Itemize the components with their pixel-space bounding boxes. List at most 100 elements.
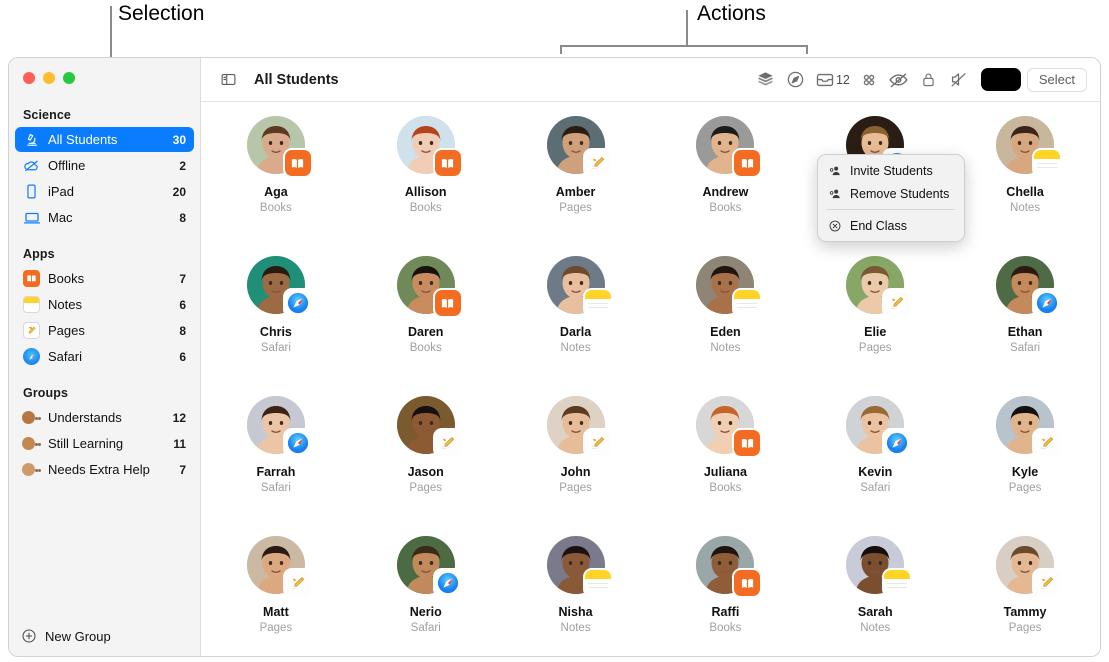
grid-apps-icon[interactable] bbox=[854, 66, 884, 94]
select-button[interactable]: Select bbox=[1026, 67, 1087, 92]
menu-item-label: Remove Students bbox=[850, 186, 950, 201]
sidebar-item-pages[interactable]: Pages 8 bbox=[15, 318, 194, 343]
sidebar-section-header-groups: Groups bbox=[23, 386, 69, 400]
student-name: Nisha bbox=[558, 605, 593, 619]
sidebar-item-needs-extra-help[interactable]: Needs Extra Help 7 bbox=[15, 457, 194, 482]
sidebar-item-notes[interactable]: Notes 6 bbox=[15, 292, 194, 317]
sidebar-item-safari[interactable]: Safari 6 bbox=[15, 344, 194, 369]
student-cell[interactable]: Raffi Books bbox=[667, 536, 783, 656]
sidebar-item-count: 6 bbox=[179, 297, 186, 312]
sidebar-item-all-students[interactable]: All Students 30 bbox=[15, 127, 194, 152]
student-name: Aga bbox=[264, 185, 288, 199]
lock-screen-button[interactable] bbox=[980, 68, 1021, 91]
avatar-wrap bbox=[546, 116, 611, 176]
student-cell[interactable]: Eden Notes bbox=[667, 256, 783, 396]
student-app: Pages bbox=[259, 622, 293, 634]
mute-icon[interactable] bbox=[944, 66, 974, 94]
books-app-icon bbox=[22, 270, 41, 288]
callout-selection-label: Selection bbox=[118, 2, 205, 25]
avatar-wrap bbox=[846, 256, 911, 316]
student-cell[interactable]: Chella Notes bbox=[967, 116, 1083, 256]
app-badge-pages-icon bbox=[1034, 430, 1061, 456]
student-cell[interactable]: Elie Pages bbox=[817, 256, 933, 396]
app-badge-notes-icon bbox=[884, 570, 911, 596]
pages-app-icon bbox=[22, 322, 41, 340]
student-name: Chella bbox=[1006, 185, 1044, 199]
student-cell[interactable]: John Pages bbox=[518, 396, 634, 536]
menu-item-label: End Class bbox=[850, 218, 907, 233]
sidebar-list: Science All Students 30 Offline 2 iPad 2… bbox=[9, 58, 200, 482]
layers-icon[interactable] bbox=[751, 66, 781, 94]
inbox-icon[interactable]: 12 bbox=[811, 66, 854, 94]
app-badge-pages-icon bbox=[284, 570, 311, 596]
app-badge-books-icon bbox=[434, 290, 461, 316]
avatar-wrap bbox=[696, 536, 761, 596]
student-cell[interactable]: Nisha Notes bbox=[518, 536, 634, 656]
student-cell[interactable]: Nerio Safari bbox=[368, 536, 484, 656]
avatar-wrap bbox=[246, 396, 311, 456]
menu-item-end-class[interactable]: End Class bbox=[818, 214, 964, 237]
hide-screen-icon[interactable] bbox=[884, 66, 914, 94]
student-cell[interactable]: Aga Books bbox=[218, 116, 334, 256]
student-cell[interactable]: Ethan Safari bbox=[967, 256, 1083, 396]
lock-icon[interactable] bbox=[914, 66, 944, 94]
avatar-wrap bbox=[846, 536, 911, 596]
student-cell[interactable]: Daren Books bbox=[368, 256, 484, 396]
student-cell[interactable]: Tammy Pages bbox=[967, 536, 1083, 656]
student-grid: Aga Books Allison Books Amber Pages Andrew Book… bbox=[201, 102, 1100, 656]
app-badge-safari-icon bbox=[1034, 290, 1061, 316]
sidebar-item-books[interactable]: Books 7 bbox=[15, 266, 194, 291]
student-app: Notes bbox=[710, 342, 741, 354]
student-app: Pages bbox=[858, 342, 892, 354]
student-cell[interactable]: Juliana Books bbox=[667, 396, 783, 536]
avatar-wrap bbox=[846, 396, 911, 456]
sidebar-item-count: 7 bbox=[179, 271, 186, 286]
sidebar-item-ipad[interactable]: iPad 20 bbox=[15, 179, 194, 204]
sidebar-item-mac[interactable]: Mac 8 bbox=[15, 205, 194, 230]
student-app: Notes bbox=[860, 622, 891, 634]
sidebar-item-still-learning[interactable]: Still Learning 11 bbox=[15, 431, 194, 456]
notes-app-icon bbox=[22, 296, 41, 314]
sidebar-item-count: 6 bbox=[179, 349, 186, 364]
student-name: Farrah bbox=[256, 465, 296, 479]
sidebar-item-understands[interactable]: Understands 12 bbox=[15, 405, 194, 430]
student-app: Books bbox=[259, 202, 292, 214]
end-class-icon bbox=[827, 219, 843, 233]
student-cell[interactable]: Amber Pages bbox=[518, 116, 634, 256]
avatar-wrap bbox=[546, 256, 611, 316]
student-app: Pages bbox=[1008, 482, 1042, 494]
student-cell[interactable]: Jason Pages bbox=[368, 396, 484, 536]
app-badge-books-icon bbox=[734, 570, 761, 596]
minimize-button[interactable] bbox=[43, 72, 55, 84]
student-cell[interactable]: Chris Safari bbox=[218, 256, 334, 396]
close-button[interactable] bbox=[23, 72, 35, 84]
student-name: Chris bbox=[259, 325, 292, 339]
new-group-label: New Group bbox=[45, 628, 111, 644]
navigate-icon[interactable] bbox=[781, 66, 811, 94]
menu-item-remove-students[interactable]: Remove Students bbox=[818, 182, 964, 205]
main-content: All Students 12 Select Aga Books Allison… bbox=[201, 58, 1100, 656]
student-cell[interactable]: Allison Books bbox=[368, 116, 484, 256]
student-cell[interactable]: Sarah Notes bbox=[817, 536, 933, 656]
student-cell[interactable]: Kyle Pages bbox=[967, 396, 1083, 536]
new-group-button[interactable]: New Group bbox=[9, 616, 200, 656]
app-window: Science All Students 30 Offline 2 iPad 2… bbox=[8, 57, 1101, 657]
student-cell[interactable]: Farrah Safari bbox=[218, 396, 334, 536]
student-name: Nerio bbox=[409, 605, 442, 619]
maximize-button[interactable] bbox=[63, 72, 75, 84]
sidebar-item-label: Pages bbox=[48, 323, 85, 338]
menu-item-invite-students[interactable]: Invite Students bbox=[818, 159, 964, 182]
sidebar-toggle-icon[interactable] bbox=[213, 66, 243, 94]
student-app: Notes bbox=[1010, 202, 1041, 214]
student-cell[interactable]: Andrew Books bbox=[667, 116, 783, 256]
avatar-wrap bbox=[996, 116, 1061, 176]
sidebar-item-count: 7 bbox=[179, 462, 186, 477]
avatar-wrap bbox=[696, 396, 761, 456]
student-name: John bbox=[560, 465, 591, 479]
student-cell[interactable]: Kevin Safari bbox=[817, 396, 933, 536]
sidebar-item-offline[interactable]: Offline 2 bbox=[15, 153, 194, 178]
app-badge-notes-icon bbox=[734, 290, 761, 316]
student-cell[interactable]: Darla Notes bbox=[518, 256, 634, 396]
student-cell[interactable]: Matt Pages bbox=[218, 536, 334, 656]
student-name: Darla bbox=[559, 325, 592, 339]
